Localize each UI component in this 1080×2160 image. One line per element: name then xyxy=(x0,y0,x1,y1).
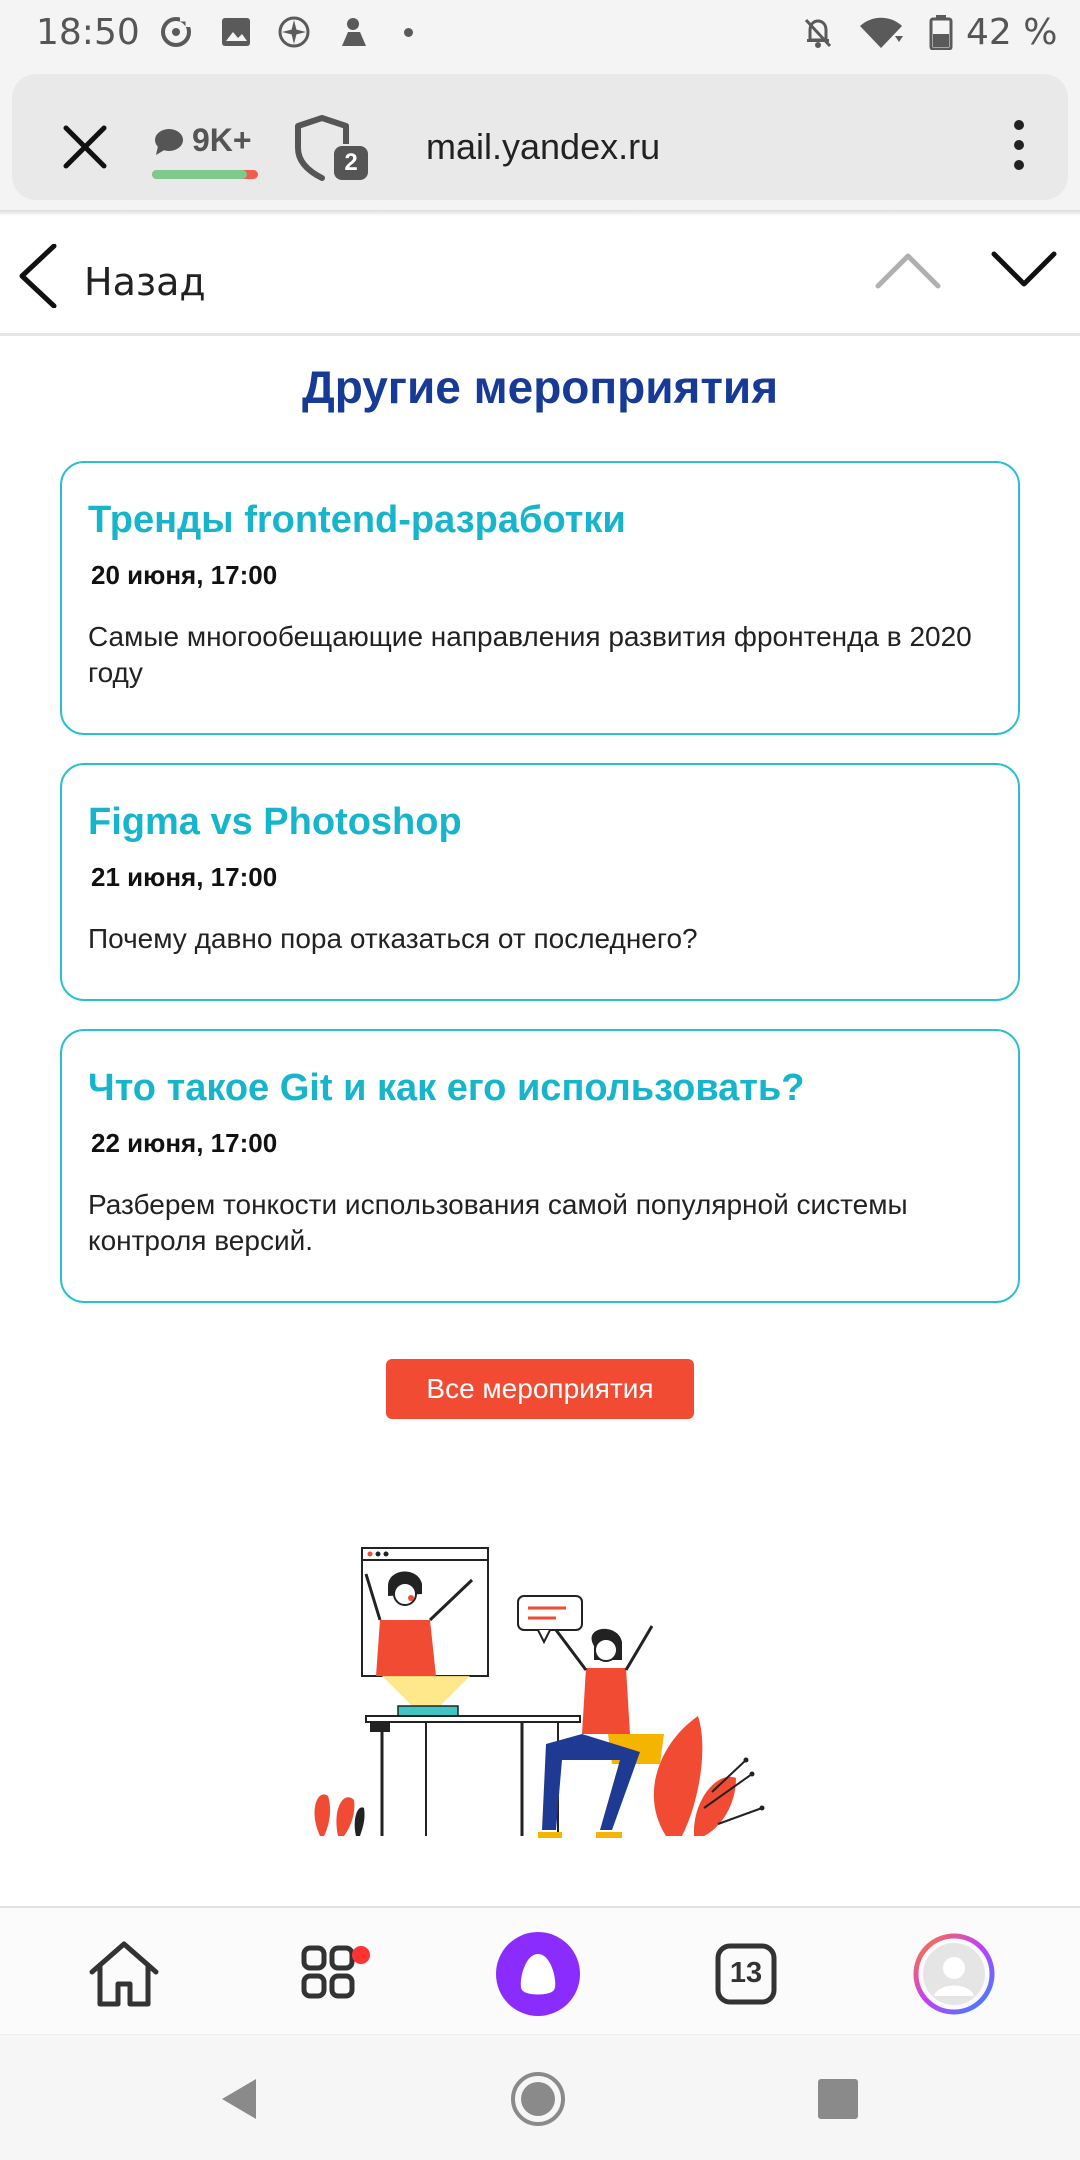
status-time: 18:50 xyxy=(36,12,140,53)
mute-icon xyxy=(804,18,832,48)
all-events-button[interactable]: Все мероприятия xyxy=(386,1359,694,1419)
home-icon[interactable] xyxy=(82,1932,166,2016)
event-description: Самые многообещающие направления развити… xyxy=(88,621,972,688)
event-title[interactable]: Тренды frontend-разработки xyxy=(88,497,992,543)
comments-button[interactable]: 9K+ xyxy=(152,118,262,182)
image-icon xyxy=(222,18,250,46)
system-navigation-bar xyxy=(0,2034,1080,2160)
event-date: 21 июня, 17:00 xyxy=(91,862,278,892)
system-back-icon[interactable] xyxy=(212,2071,268,2127)
system-recents-icon[interactable] xyxy=(810,2071,866,2127)
section-title: Другие мероприятия xyxy=(301,361,779,413)
services-grid-icon[interactable] xyxy=(288,1932,372,2016)
event-description: Почему давно пора отказаться от последне… xyxy=(88,923,698,954)
comment-icon xyxy=(155,129,183,155)
event-card[interactable]: Что такое Git и как его использовать? 22… xyxy=(60,1029,1020,1303)
comments-count: 9K+ xyxy=(192,122,252,158)
event-title[interactable]: Что такое Git и как его использовать? xyxy=(88,1065,992,1111)
mail-header: Назад xyxy=(0,216,1080,336)
wifi-icon xyxy=(860,17,903,48)
back-button[interactable]: Назад xyxy=(18,238,218,314)
tabs-button[interactable]: 13 xyxy=(704,1932,788,2016)
more-menu-icon[interactable] xyxy=(1012,120,1026,176)
chevron-left-icon xyxy=(19,244,57,308)
comments-rating-fill xyxy=(152,170,248,179)
event-description: Разберем тонкости использования самой по… xyxy=(88,1189,908,1256)
sync-icon xyxy=(161,16,191,47)
event-date: 20 июня, 17:00 xyxy=(91,560,278,590)
event-date: 22 июня, 17:00 xyxy=(91,1128,278,1158)
next-message-chevron-down-icon[interactable] xyxy=(990,246,1058,294)
alice-icon[interactable] xyxy=(496,1932,580,2016)
back-label: Назад xyxy=(84,260,206,304)
comments-rating-bar xyxy=(152,170,258,179)
vpn-icon xyxy=(278,16,310,48)
close-icon[interactable] xyxy=(62,124,108,170)
webinar-illustration xyxy=(314,1547,765,1838)
browser-toolbar: 9K+ 2 mail.yandex.ru xyxy=(0,64,1080,214)
tabs-count: 13 xyxy=(729,1957,763,1989)
event-title[interactable]: Figma vs Photoshop xyxy=(88,799,992,845)
battery-icon xyxy=(929,15,953,50)
battery-percent: 42 % xyxy=(966,12,1058,53)
event-card[interactable]: Тренды frontend-разработки 20 июня, 17:0… xyxy=(60,461,1020,735)
system-home-icon[interactable] xyxy=(510,2071,566,2127)
url-text[interactable]: mail.yandex.ru xyxy=(426,126,660,168)
previous-message-chevron-up-icon[interactable] xyxy=(874,246,942,294)
status-bar: 18:50 42 % xyxy=(0,0,1080,64)
more-notifications-dot xyxy=(404,28,413,37)
profile-avatar-icon[interactable] xyxy=(912,1932,996,2016)
services-notification-badge xyxy=(352,1946,370,1964)
protect-count-badge: 2 xyxy=(334,146,368,180)
browser-bottom-nav: 13 xyxy=(0,1906,1080,2034)
event-card[interactable]: Figma vs Photoshop 21 июня, 17:00 Почему… xyxy=(60,763,1020,1001)
notification-icon xyxy=(342,18,366,46)
omnibox[interactable]: 9K+ 2 mail.yandex.ru xyxy=(12,74,1068,200)
